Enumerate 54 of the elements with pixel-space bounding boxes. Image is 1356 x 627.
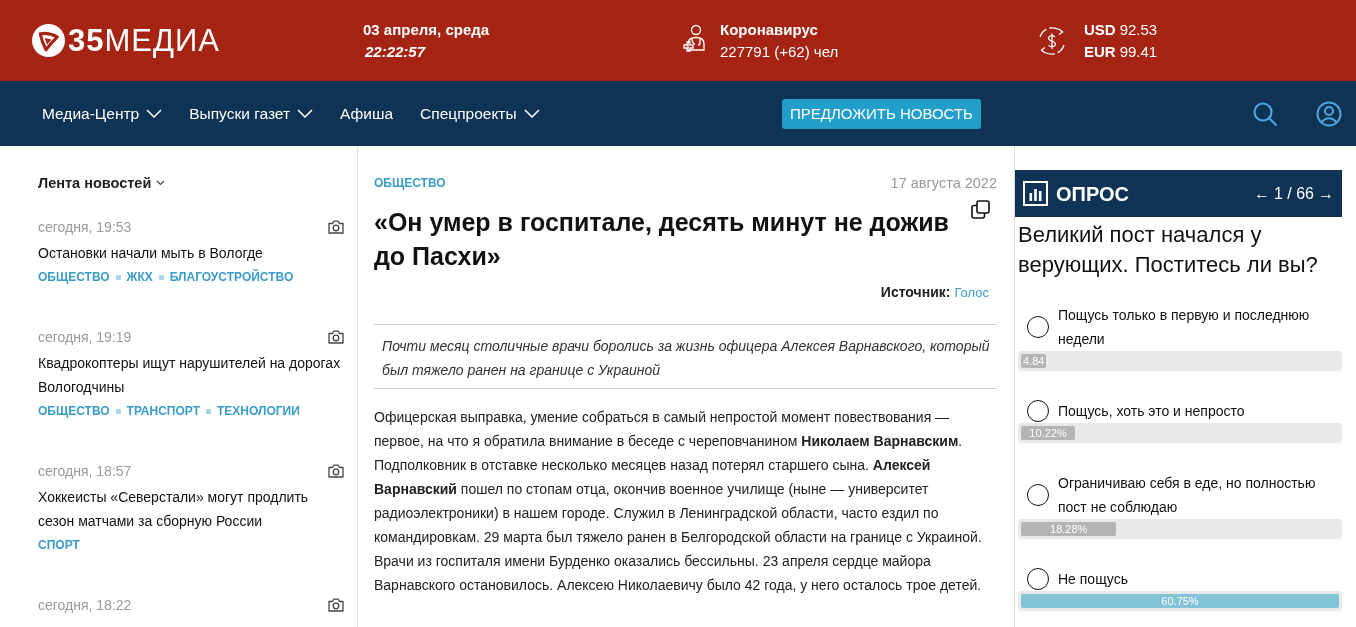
covid-title[interactable]: Коронавирус	[720, 18, 818, 41]
poll-option-label[interactable]: Ограничиваю себя в еде, но полностью пост не соблюдаю	[1058, 471, 1342, 519]
article-body: Офицерская выправка, умение собраться в самый непростой момент повествования — первое, на что я обратила внимание в беседе с череповчанином Николаем Варнавским. Подполковник в отставке несколько месяцев назад потерял старшего сына. Алексей Варнавский пошел по стопам отца, окончив военное училище (ныне — университет радиоэлектроники) в нашем городе. Служил в Ленинградской области, часто ездил по командировкам. 29 марта был тяжело ранен в Белгородской области на границе с Украиной. Врачи из госпиталя имени Бурденко оказались бессильны. 23 апреля сердце майора Варнавского остановилось. Алексею Николаевичу было 42 года, у него осталось трое детей.	[374, 408, 983, 595]
currency-code: EUR	[1084, 41, 1116, 62]
currency-rate: 92.53	[1119, 19, 1158, 40]
percent-label: 10.22%	[1029, 426, 1067, 440]
poll-option-label[interactable]: Пощусь, хоть это и непросто	[1058, 399, 1245, 423]
bullet-icon	[158, 274, 164, 280]
currency-code: USD	[1084, 19, 1116, 40]
current-date: 03 апреля, среда	[363, 19, 490, 40]
news-headline[interactable]: Остановки начали мыть в Вологде	[38, 241, 344, 265]
percent-label: 18.28%	[1050, 522, 1088, 536]
bar-chart-icon	[1023, 181, 1048, 206]
user-icon[interactable]	[1316, 100, 1342, 127]
currency-rate: 99.41	[1119, 41, 1158, 62]
nav-menu-item[interactable]: Спецпроекты	[420, 104, 540, 123]
nav-menu-item[interactable]: Выпуски газет	[189, 104, 314, 123]
news-feed-title[interactable]: Лента новостей	[38, 171, 152, 195]
percent-label: 60.75%	[1161, 594, 1199, 608]
percent-label: 4.84	[1023, 354, 1045, 368]
poll-question: Великий пост начался у верующих. Поститесь ли вы?	[1018, 221, 1319, 279]
news-time: сегодня, 18:57	[38, 462, 132, 481]
news-time: сегодня, 19:53	[38, 218, 132, 237]
copy-icon[interactable]	[971, 200, 990, 219]
bullet-icon	[115, 274, 121, 280]
logo-icon[interactable]	[32, 24, 65, 57]
news-time: сегодня, 18:22	[38, 596, 132, 615]
covid-count: 227791 (+62) чел	[720, 41, 839, 62]
bullet-icon	[115, 408, 121, 414]
article-title: «Он умер в госпитале, десять минут не дожив до Пасхи»	[374, 207, 950, 272]
poll-title: ОПРОС	[1056, 181, 1129, 206]
camera-icon	[328, 464, 344, 478]
next-button[interactable]: →	[1318, 181, 1334, 206]
search-icon[interactable]	[1252, 100, 1278, 127]
doctor-icon	[683, 23, 707, 52]
news-time: сегодня, 19:19	[38, 328, 132, 347]
poll-option-label[interactable]: Пощусь только в первую и последнюю недели	[1058, 303, 1342, 351]
camera-icon	[328, 598, 344, 612]
article-lead: Почти месяц столичные врачи боролись за жизнь офицера Алексея Варнавского, который был тяжело ранен на границе с Украиной	[381, 337, 991, 380]
camera-icon	[328, 220, 344, 234]
poll-option-label[interactable]: Не пощусь	[1058, 567, 1128, 591]
current-time: 22:22:57	[364, 41, 426, 62]
news-headline[interactable]: Хоккеисты «Северстали» могут продлить сезон матчами за сборную России	[38, 485, 344, 533]
previous-button[interactable]: ←	[1253, 181, 1270, 206]
poll-counter: 1 / 66	[1273, 183, 1314, 204]
nav-menu-item[interactable]: Медиа-Центр	[42, 104, 163, 123]
nav-menu-item[interactable]: Афиша	[340, 104, 394, 123]
news-headline[interactable]: Квадрокоптеры ищут нарушителей на дорогах Вологодчины	[38, 351, 344, 399]
chevron-down-icon[interactable]	[156, 180, 166, 186]
article-date: 17 августа 2022	[890, 174, 997, 193]
bullet-icon	[206, 408, 211, 414]
camera-icon	[328, 330, 344, 344]
logo-text[interactable]: 35МЕДИА	[68, 22, 220, 59]
source-label: Источник:	[880, 283, 951, 302]
